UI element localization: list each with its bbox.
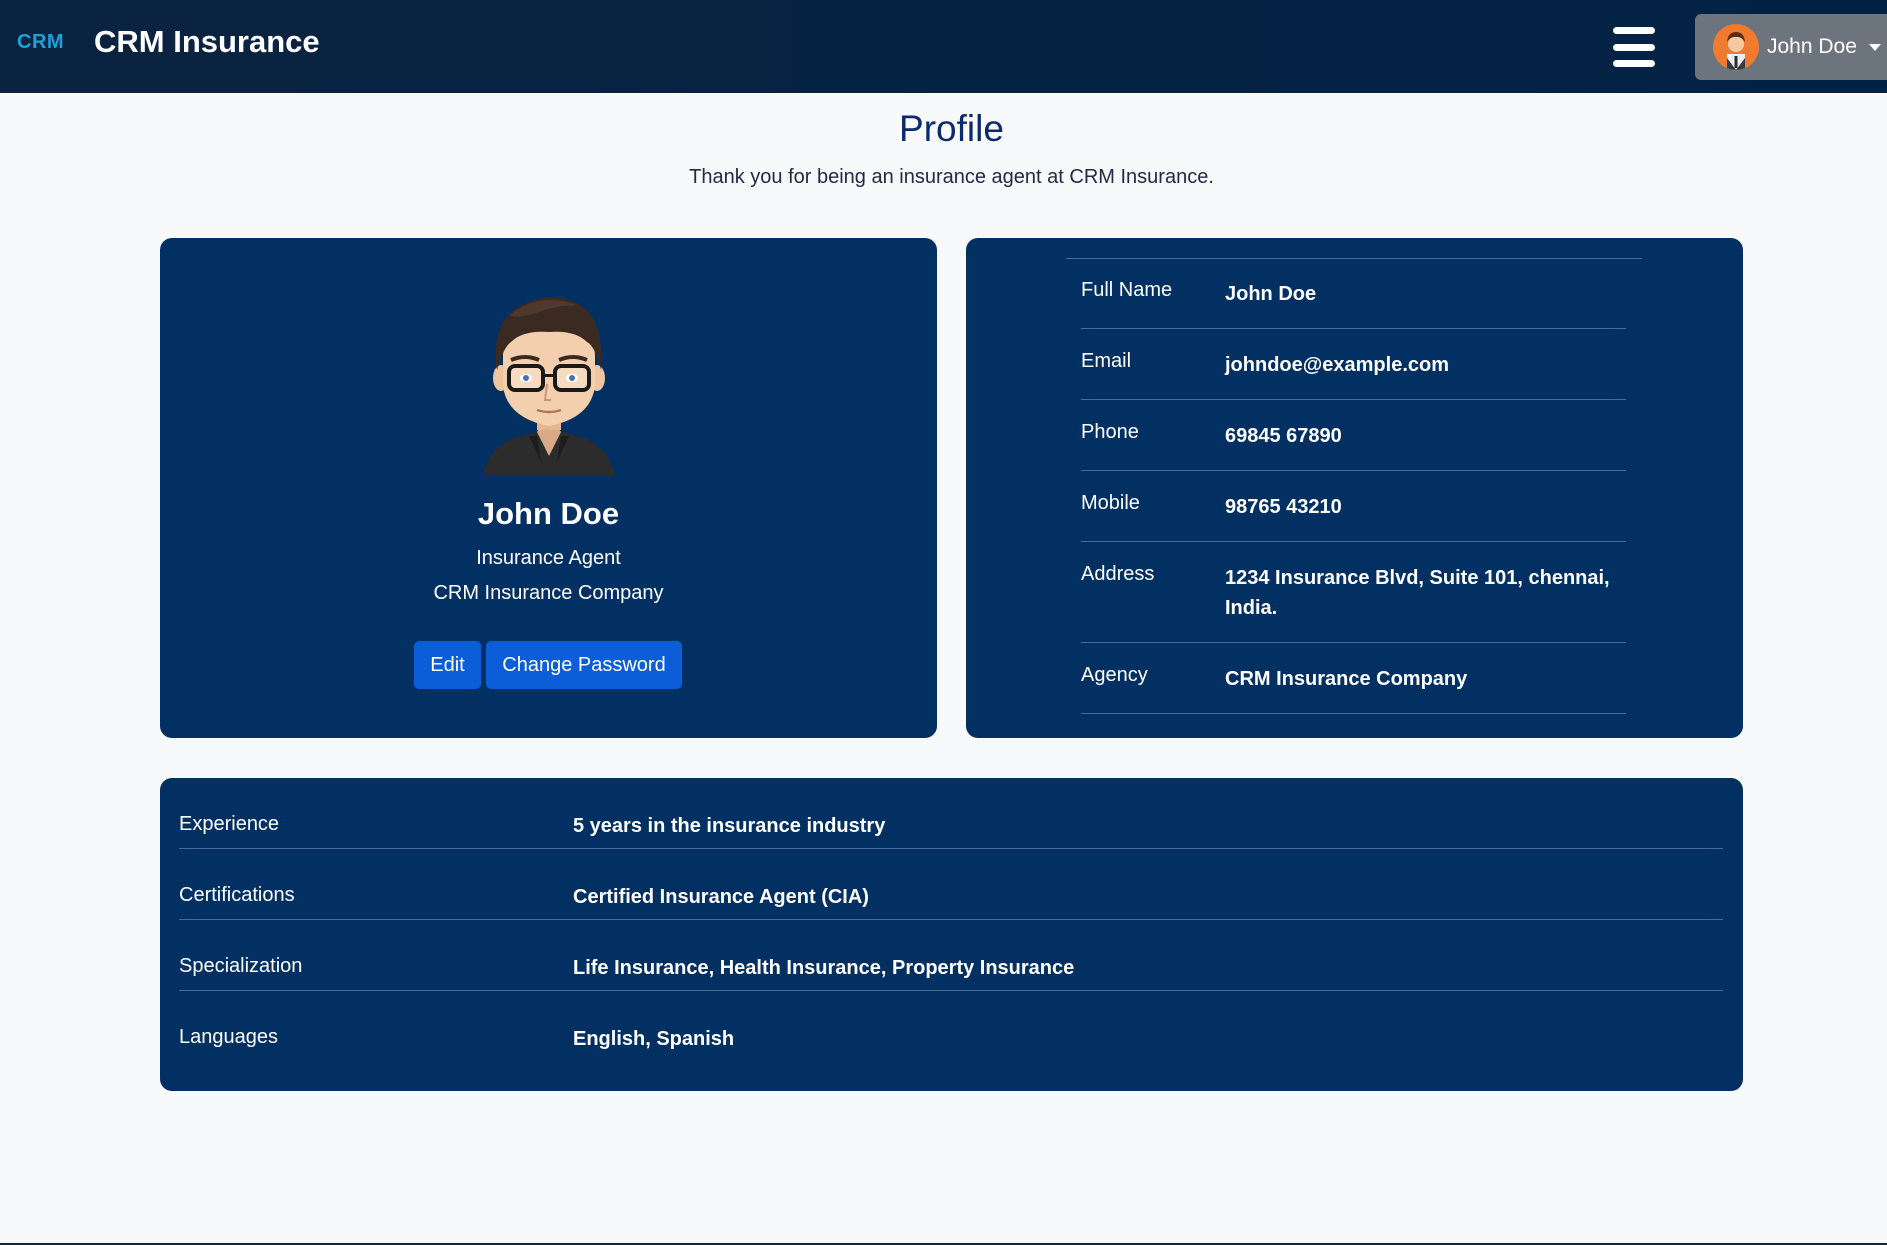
info-row-experience: Experience 5 years in the insurance indu… [179,778,1723,849]
info-label: Experience [179,813,280,835]
info-value: English, Spanish [573,1028,735,1050]
detail-label: Address [1081,563,1155,585]
info-value: Certified Insurance Agent (CIA) [573,886,869,908]
avatar [1713,24,1759,70]
detail-row-agency: Agency CRM Insurance Company [1081,643,1626,714]
contact-details-table: Full Name John Doe Email johndoe@example… [1081,258,1626,714]
detail-label: Phone [1081,421,1139,443]
detail-row-phone: Phone 69845 67890 [1081,400,1626,471]
info-label: Languages [179,1026,278,1048]
detail-row-address: Address 1234 Insurance Blvd, Suite 101, … [1081,542,1626,643]
user-menu-button[interactable]: John Doe [1695,14,1887,80]
detail-value: johndoe@example.com [1225,354,1449,376]
info-value: 5 years in the insurance industry [573,815,886,837]
detail-label: Agency [1081,664,1148,686]
profile-name: John Doe [477,496,620,531]
profile-company: CRM Insurance Company [433,582,664,604]
info-value: Life Insurance, Health Insurance, Proper… [573,957,1075,979]
detail-value: 1234 Insurance Blvd, Suite 101, chennai,… [1225,567,1610,619]
detail-value: 98765 43210 [1225,496,1342,518]
detail-label: Email [1081,350,1132,372]
profile-avatar [479,286,619,478]
edit-button[interactable]: Edit [414,641,481,689]
brand-title[interactable]: CRM Insurance [94,24,320,60]
detail-value: CRM Insurance Company [1225,668,1468,690]
profile-role: Insurance Agent [476,547,621,569]
navbar: CRM CRM Insurance John Doe [0,0,1887,93]
hamburger-icon[interactable] [1613,27,1655,67]
detail-value: John Doe [1225,283,1317,305]
brand-logo[interactable]: CRM [17,31,64,54]
profile-card: John Doe Insurance Agent CRM Insurance C… [160,238,937,738]
detail-row-email: Email johndoe@example.com [1081,329,1626,400]
detail-row-mobile: Mobile 98765 43210 [1081,471,1626,542]
info-label: Specialization [179,955,303,977]
page-title: Profile [899,108,1004,149]
detail-label: Mobile [1081,492,1140,514]
professional-info-card: Experience 5 years in the insurance indu… [160,778,1743,1091]
info-row-specialization: Specialization Life Insurance, Health In… [179,920,1723,991]
detail-row-full-name: Full Name John Doe [1081,258,1626,329]
change-password-button[interactable]: Change Password [486,641,682,689]
detail-label: Full Name [1081,279,1173,301]
detail-value: 69845 67890 [1225,425,1342,447]
info-label: Certifications [179,884,295,906]
info-row-languages: Languages English, Spanish [179,991,1723,1062]
info-row-certifications: Certifications Certified Insurance Agent… [179,849,1723,920]
user-name: John Doe [1767,35,1857,58]
page-subtitle: Thank you for being an insurance agent a… [689,166,1214,188]
contact-details-card: Full Name John Doe Email johndoe@example… [966,238,1743,738]
caret-down-icon [1868,43,1881,51]
